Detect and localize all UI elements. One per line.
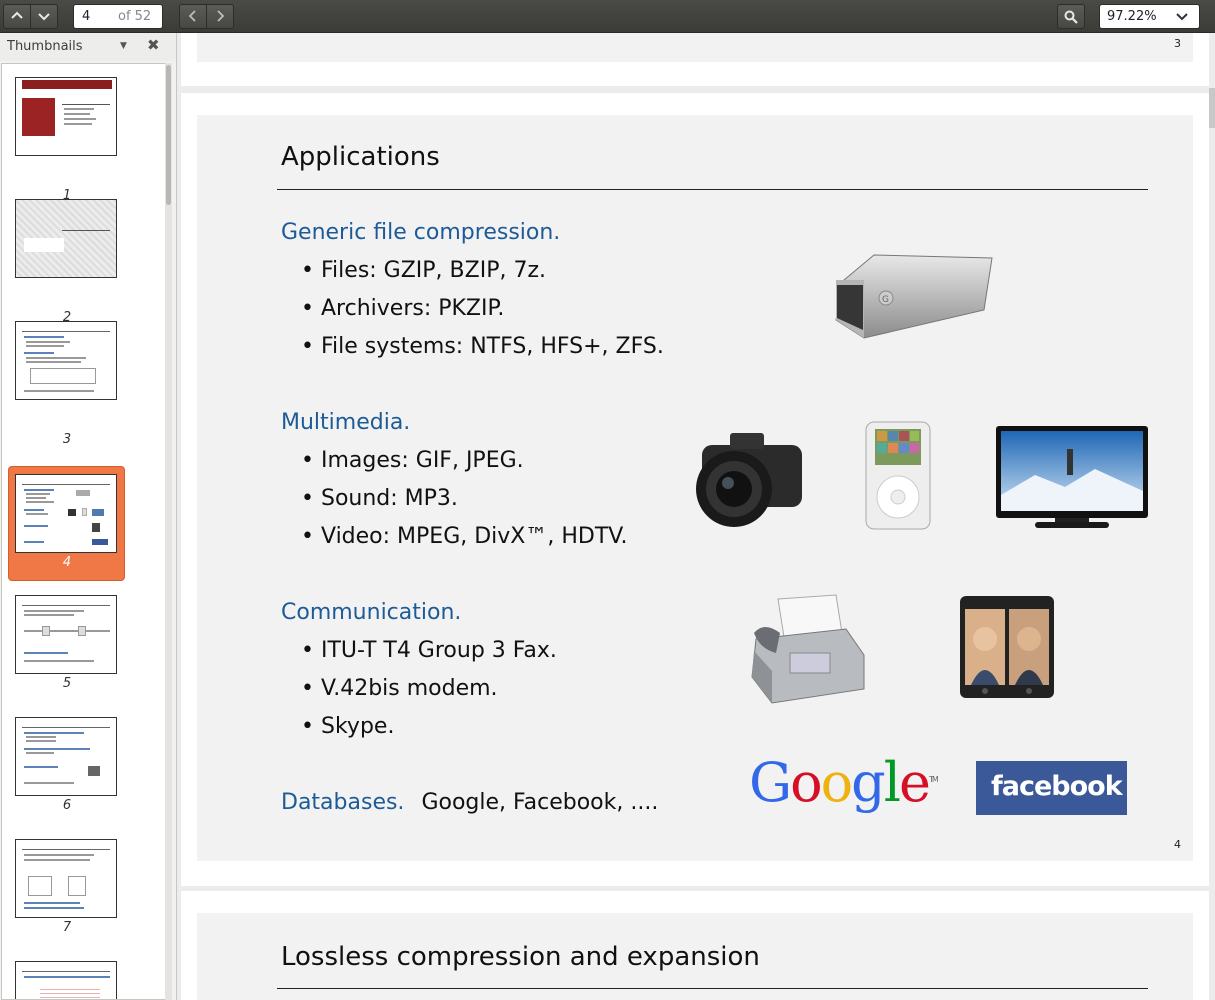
- zoom-select[interactable]: 97.22%: [1099, 4, 1200, 29]
- chevron-down-icon: [1176, 13, 1188, 21]
- page-count: of 52: [118, 9, 152, 24]
- document-scrollbar-thumb[interactable]: [1209, 88, 1215, 128]
- forward-button[interactable]: [206, 4, 234, 29]
- thumbnail-page-6[interactable]: [15, 717, 117, 796]
- section-heading: Databases.: [281, 790, 405, 815]
- google-logo: GoogleTM: [749, 751, 939, 814]
- bullet-item: • Archivers: PKZIP.: [301, 296, 505, 321]
- fax-machine-image: [751, 594, 865, 704]
- dslr-camera-image: [696, 433, 802, 527]
- bullet-item: • ITU-T T4 Group 3 Fax.: [301, 638, 557, 663]
- svg-text:G: G: [882, 295, 889, 305]
- bullet-item: • Files: GZIP, BZIP, 7z.: [301, 258, 546, 283]
- bullet-item: • Skype.: [301, 714, 395, 739]
- thumbnail-page-1[interactable]: [15, 77, 117, 156]
- thumbnail-label: 4: [62, 555, 72, 570]
- sidebar-mode-dropdown-icon[interactable]: ▼: [120, 41, 127, 51]
- back-button[interactable]: [179, 4, 207, 29]
- thumbnail-label: 6: [62, 798, 72, 813]
- slide-4: Applications Generic file compression. •…: [197, 115, 1193, 861]
- previous-page-button[interactable]: [3, 4, 31, 29]
- page-5: Lossless compression and expansion: [181, 891, 1209, 1000]
- thumbnail-page-7[interactable]: [15, 839, 117, 918]
- current-page[interactable]: 4: [82, 9, 90, 24]
- facebook-logo: facebook: [976, 761, 1127, 815]
- chevron-down-icon: [38, 13, 50, 21]
- document-view[interactable]: 3 Applications Generic file compression.…: [178, 33, 1215, 1000]
- chevron-up-icon: [11, 11, 23, 19]
- sidebar-title[interactable]: Thumbnails: [7, 39, 83, 54]
- slide-3: [197, 33, 1193, 62]
- sidebar-header: Thumbnails ▼ ✖: [0, 33, 176, 61]
- thumbnail-label: 7: [62, 920, 72, 935]
- section-heading: Multimedia.: [281, 410, 411, 435]
- slide-title: Lossless compression and expansion: [281, 942, 760, 972]
- hdtv-image: [996, 426, 1148, 528]
- sidebar-scrollbar-thumb[interactable]: [166, 65, 171, 205]
- thumbnail-page-2[interactable]: [15, 199, 117, 278]
- external-hard-drive-image: G: [835, 254, 993, 339]
- slide-5: Lossless compression and expansion: [197, 913, 1193, 1000]
- search-button[interactable]: [1057, 4, 1085, 29]
- bullet-item: • V.42bis modem.: [301, 676, 498, 701]
- zoom-value: 97.22%: [1107, 9, 1157, 24]
- page-4: Applications Generic file compression. •…: [181, 93, 1209, 886]
- bullet-item: • Sound: MP3.: [301, 486, 458, 511]
- thumbnail-label: 3: [62, 432, 72, 447]
- search-icon: [1064, 10, 1078, 24]
- video-call-phones-image: [960, 596, 1054, 698]
- ipod-image: [865, 421, 931, 530]
- toolbar: 4 of 52 97.22%: [0, 0, 1215, 33]
- slide-title: Applications: [281, 142, 440, 172]
- close-sidebar-icon[interactable]: ✖: [147, 36, 160, 54]
- bullet-item: • Video: MPEG, DivX™, HDTV.: [301, 524, 628, 549]
- thumbnail-page-3[interactable]: [15, 321, 117, 400]
- thumbnails-sidebar: Thumbnails ▼ ✖ 1 2 3 4 5 6 7: [0, 33, 177, 1000]
- databases-text: Google, Facebook, ....: [421, 790, 659, 815]
- page-number: 4: [1174, 838, 1181, 851]
- next-page-button[interactable]: [30, 4, 58, 29]
- section-heading: Communication.: [281, 600, 462, 625]
- page-number: 3: [1174, 37, 1181, 50]
- section-heading: Generic file compression.: [281, 220, 561, 245]
- page-3: 3: [181, 33, 1209, 86]
- bullet-item: • Images: GIF, JPEG.: [301, 448, 524, 473]
- bullet-item: • File systems: NTFS, HFS+, ZFS.: [301, 334, 664, 359]
- thumbnail-page-8[interactable]: [15, 961, 117, 999]
- thumbnail-page-5[interactable]: [15, 595, 117, 674]
- title-rule: [277, 988, 1148, 989]
- chevron-left-icon: [188, 10, 196, 22]
- thumbnail-label: 5: [62, 676, 72, 691]
- page-number-input[interactable]: 4 of 52: [73, 4, 163, 29]
- thumbnail-page-4[interactable]: [15, 474, 117, 553]
- chevron-right-icon: [217, 10, 225, 22]
- databases-line: Databases. Google, Facebook, ....: [281, 790, 658, 815]
- thumbnail-list[interactable]: 1 2 3 4 5 6 7: [1, 63, 169, 1000]
- title-rule: [277, 189, 1148, 190]
